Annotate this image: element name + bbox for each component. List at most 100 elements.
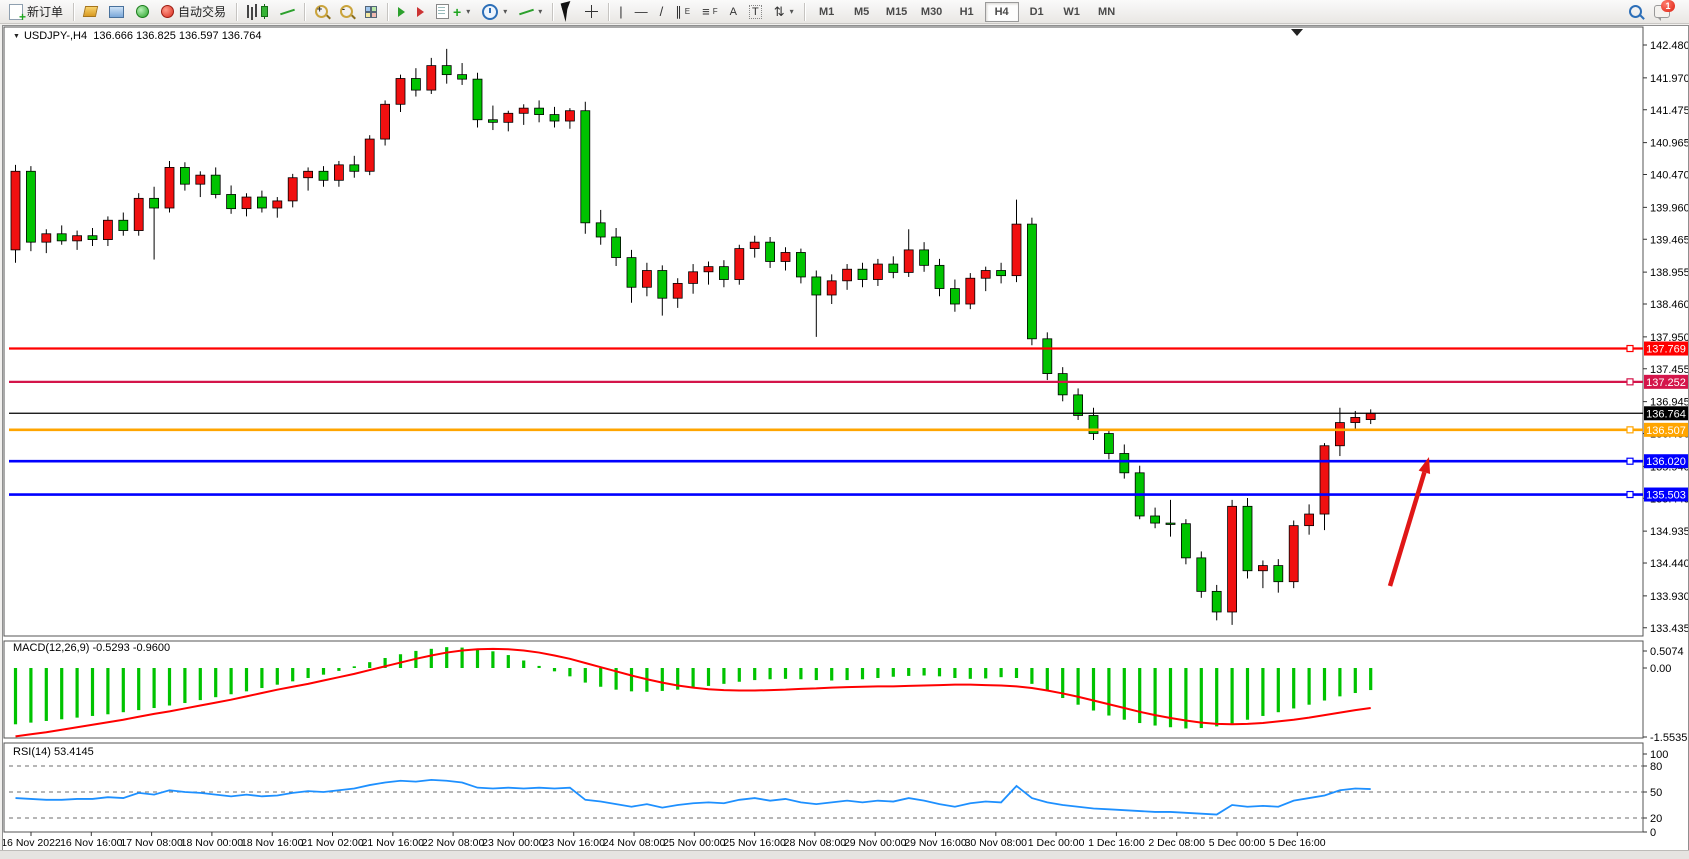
new-order-label: 新订单 [27, 3, 63, 20]
svg-text:16 Nov 2022: 16 Nov 2022 [3, 837, 61, 849]
market-watch-button[interactable] [104, 1, 129, 23]
zoom-in-icon: + [315, 5, 328, 18]
dropdown-triangle-icon[interactable]: ▼ [13, 33, 20, 40]
separator [236, 3, 237, 21]
svg-text:0: 0 [1650, 827, 1656, 839]
arrows-tool-icon: ⇅ [774, 4, 785, 20]
svg-text:0.00: 0.00 [1650, 663, 1671, 675]
svg-text:138.460: 138.460 [1650, 299, 1688, 311]
line-handle[interactable] [1627, 427, 1633, 433]
autotrade-icon [161, 5, 174, 18]
svg-text:17 Nov 08:00: 17 Nov 08:00 [120, 837, 183, 849]
svg-text:134.935: 134.935 [1650, 526, 1688, 538]
chart-window: 10080502000.50740.00-1.5535142.480141.97… [2, 25, 1689, 851]
svg-text:1 Dec 16:00: 1 Dec 16:00 [1088, 837, 1145, 849]
chart-canvas: 10080502000.50740.00-1.5535142.480141.97… [3, 26, 1688, 850]
horizontal-line-icon: — [635, 4, 648, 19]
profile-button[interactable] [79, 1, 102, 23]
signal-icon [136, 5, 149, 18]
svg-text:50: 50 [1650, 787, 1662, 799]
line-handle[interactable] [1627, 458, 1633, 464]
chart-shift-button[interactable] [412, 1, 429, 23]
label-tool-icon: T [749, 5, 762, 19]
svg-text:140.965: 140.965 [1650, 138, 1688, 150]
cursor-tool-button[interactable] [558, 1, 578, 23]
zoom-out-button[interactable]: - [335, 1, 358, 23]
label-tool-button[interactable]: T [744, 1, 767, 23]
line-handle[interactable] [1627, 346, 1633, 352]
timeframe-button-w1[interactable]: W1 [1055, 2, 1089, 22]
channel-tool-button[interactable]: ∥E [670, 1, 695, 23]
svg-text:136.764: 136.764 [1646, 408, 1686, 420]
rsi-indicator-label: RSI(14) 53.4145 [13, 746, 94, 758]
templates-button[interactable]: ▾ [514, 1, 547, 23]
separator [552, 3, 553, 21]
search-button[interactable] [1624, 1, 1647, 23]
auto-scroll-button[interactable] [393, 1, 410, 23]
zoom-in-button[interactable]: + [310, 1, 333, 23]
signals-button[interactable] [131, 1, 154, 23]
chevron-down-icon[interactable]: ▾ [538, 7, 542, 16]
time-axis: 16 Nov 202216 Nov 16:0017 Nov 08:0018 No… [3, 832, 1326, 849]
timeframe-button-m1[interactable]: M1 [810, 2, 844, 22]
mt4-terminal: { "toolbar": { "new_order_label": "新订单",… [0, 0, 1689, 859]
candle-chart-button[interactable] [256, 1, 273, 23]
new-order-icon [9, 4, 23, 20]
tile-windows-icon [365, 6, 377, 18]
svg-text:18 Nov 00:00: 18 Nov 00:00 [181, 837, 244, 849]
line-handle[interactable] [1627, 492, 1633, 498]
indicator-icon [436, 4, 449, 19]
svg-text:16 Nov 16:00: 16 Nov 16:00 [60, 837, 123, 849]
notifications-button[interactable]: 1 [1649, 1, 1675, 23]
profile-icon [83, 6, 98, 17]
vertical-line-icon: | [619, 4, 622, 19]
timeframe-button-h4[interactable]: H4 [985, 2, 1019, 22]
svg-text:28 Nov 08:00: 28 Nov 08:00 [784, 837, 847, 849]
svg-text:139.960: 139.960 [1650, 202, 1688, 214]
line-handle[interactable] [1627, 379, 1633, 385]
vline-tool-button[interactable]: | [614, 1, 627, 23]
svg-text:24 Nov 08:00: 24 Nov 08:00 [603, 837, 666, 849]
timeframe-button-m5[interactable]: M5 [845, 2, 879, 22]
chevron-down-icon[interactable]: ▾ [466, 7, 470, 16]
periods-button[interactable]: ▾ [477, 1, 512, 23]
svg-text:22 Nov 08:00: 22 Nov 08:00 [422, 837, 485, 849]
chevron-down-icon[interactable]: ▾ [503, 7, 507, 16]
fibonacci-tool-button[interactable]: ≡F [697, 1, 722, 23]
svg-text:1 Dec 00:00: 1 Dec 00:00 [1028, 837, 1085, 849]
crosshair-tool-button[interactable] [580, 1, 603, 23]
autotrade-label: 自动交易 [178, 3, 226, 20]
line-chart-button[interactable] [275, 1, 299, 23]
svg-text:100: 100 [1650, 749, 1668, 761]
svg-text:133.435: 133.435 [1650, 623, 1688, 635]
autotrade-button[interactable]: 自动交易 [156, 1, 231, 23]
svg-text:21 Nov 02:00: 21 Nov 02:00 [301, 837, 364, 849]
svg-text:137.252: 137.252 [1646, 377, 1686, 389]
separator [804, 3, 805, 21]
timeframe-button-mn[interactable]: MN [1090, 2, 1124, 22]
svg-text:23 Nov 00:00: 23 Nov 00:00 [482, 837, 545, 849]
bar-chart-button[interactable] [242, 1, 254, 23]
tile-windows-button[interactable] [360, 1, 382, 23]
svg-text:134.440: 134.440 [1650, 558, 1688, 570]
timeframe-button-h1[interactable]: H1 [950, 2, 984, 22]
add-indicator-button[interactable]: + ▾ [431, 1, 475, 23]
macd-indicator-label: MACD(12,26,9) -0.5293 -0.9600 [13, 642, 170, 654]
svg-text:135.503: 135.503 [1646, 490, 1686, 502]
chevron-down-icon[interactable]: ▾ [790, 7, 794, 16]
hline-tool-button[interactable]: — [630, 1, 653, 23]
arrows-tool-button[interactable]: ⇅▾ [769, 1, 799, 23]
trendline-tool-button[interactable]: / [655, 1, 669, 23]
line-chart-icon [280, 7, 294, 17]
svg-text:29 Nov 16:00: 29 Nov 16:00 [904, 837, 967, 849]
svg-text:140.470: 140.470 [1650, 170, 1688, 182]
new-order-button[interactable]: 新订单 [4, 1, 68, 23]
text-tool-button[interactable]: A [725, 1, 742, 23]
cursor-icon [561, 1, 576, 22]
timeframe-button-m30[interactable]: M30 [915, 2, 949, 22]
status-bar [0, 850, 1689, 859]
main-toolbar: 新订单 自动交易 + - + ▾ ▾ ▾ | — / ∥E ≡F A T ⇅▾ … [0, 0, 1689, 24]
timeframe-button-d1[interactable]: D1 [1020, 2, 1054, 22]
chart-ohlc-readout: 136.666 136.825 136.597 136.764 [93, 30, 261, 42]
timeframe-button-m15[interactable]: M15 [880, 2, 914, 22]
